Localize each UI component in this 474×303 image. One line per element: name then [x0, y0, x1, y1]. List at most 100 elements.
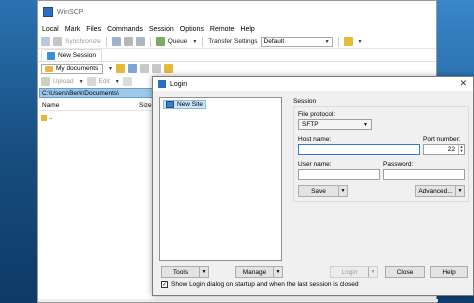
chevron-down-icon[interactable]: ▼	[368, 267, 377, 277]
password-input[interactable]	[383, 169, 465, 180]
chevron-down-icon[interactable]: ▼	[455, 186, 464, 196]
synchronize-button[interactable]: Synchronize	[65, 38, 101, 45]
host-name-input[interactable]	[298, 144, 420, 155]
parent-folder-icon	[41, 114, 47, 121]
compare-directories-icon[interactable]	[41, 37, 50, 46]
folder-icon	[45, 65, 53, 72]
file-protocol-value: SFTP	[302, 121, 319, 128]
desktop-background-left	[0, 0, 37, 303]
find-files-icon[interactable]	[123, 37, 133, 46]
manage-button-label: Manage	[242, 268, 267, 276]
local-file-list-header: Name Size	[39, 100, 160, 111]
spin-arrows-icon[interactable]: ▲ ▼	[458, 145, 464, 154]
menu-files[interactable]: Files	[86, 26, 101, 33]
chevron-down-icon[interactable]: ▼	[108, 66, 113, 72]
login-button[interactable]: Login ▼	[330, 266, 378, 278]
login-icon	[158, 80, 166, 88]
tools-button[interactable]: Tools ▼	[161, 266, 209, 278]
site-tree[interactable]: New Site	[159, 97, 282, 261]
upload-button[interactable]: Upload	[53, 78, 74, 85]
chevron-down-icon: ▼	[363, 122, 368, 128]
menu-commands[interactable]: Commands	[107, 26, 143, 33]
queue-button[interactable]: Queue	[168, 38, 188, 45]
tab-new-session[interactable]: New Session	[41, 49, 102, 61]
port-number-input[interactable]: 22 ▲ ▼	[423, 144, 465, 155]
chevron-down-icon[interactable]: ▼	[338, 186, 347, 196]
chevron-down-icon[interactable]: ▼	[199, 267, 208, 277]
local-location-value: My documents	[56, 65, 99, 72]
preferences-icon[interactable]	[343, 37, 353, 46]
save-button-label: Save	[311, 187, 326, 195]
save-button[interactable]: Save ▼	[298, 185, 348, 197]
show-login-on-startup-label: Show Login dialog on startup and when th…	[171, 281, 359, 288]
tab-new-session-label: New Session	[58, 52, 96, 59]
filter-folder-icon[interactable]	[115, 64, 125, 73]
port-number-label: Port number:	[423, 136, 461, 143]
upload-icon	[41, 77, 50, 86]
site-tree-item-new-site[interactable]: New Site	[163, 100, 207, 109]
transfer-settings-value: Default	[263, 38, 285, 45]
menu-help[interactable]: Help	[240, 26, 254, 33]
new-session-icon	[47, 51, 55, 60]
window-title: WinSCP	[57, 8, 84, 16]
show-login-on-startup-option[interactable]: ✓ Show Login dialog on startup and when …	[161, 281, 359, 288]
main-toolbar: Synchronize Queue ▼ Transfer Settings De…	[38, 35, 436, 49]
column-name[interactable]: Name	[42, 102, 59, 109]
queue-icon	[155, 37, 165, 46]
login-dialog: Login ✕ New Site Session File protocol: …	[152, 76, 474, 296]
chevron-down-icon[interactable]: ▼	[358, 39, 363, 45]
menu-mark[interactable]: Mark	[65, 26, 81, 33]
menu-options[interactable]: Options	[180, 26, 204, 33]
help-button[interactable]: Help	[430, 266, 468, 278]
toolbar-separator	[149, 36, 151, 47]
menu-session[interactable]: Session	[149, 26, 174, 33]
status-bar	[38, 299, 438, 302]
chevron-down-icon[interactable]: ▼	[192, 39, 197, 45]
close-icon[interactable]: ✕	[459, 78, 467, 89]
menu-bar: Local Mark Files Commands Session Option…	[38, 23, 436, 35]
checkbox-checked-icon[interactable]: ✓	[161, 281, 168, 288]
filter-icon[interactable]	[127, 64, 137, 73]
advanced-button-label: Advanced...	[418, 187, 453, 195]
list-item[interactable]: ..	[41, 114, 53, 121]
local-location-select[interactable]: My documents	[41, 63, 103, 74]
transfer-settings-label: Transfer Settings	[208, 38, 258, 45]
login-dialog-titlebar: Login ✕	[153, 77, 473, 91]
console-icon[interactable]	[111, 37, 121, 46]
synchronize-icon	[53, 37, 62, 46]
toolbar-separator	[337, 36, 339, 47]
winscp-app-icon	[43, 7, 53, 17]
file-protocol-label: File protocol:	[298, 111, 336, 118]
chevron-down-icon: ▼	[324, 38, 330, 45]
host-name-label: Host name:	[298, 136, 332, 143]
back-icon[interactable]	[139, 64, 149, 73]
user-name-input[interactable]	[298, 169, 380, 180]
local-path-bar[interactable]: C:\Users\Berk\Documents\	[39, 88, 160, 98]
manage-button[interactable]: Manage ▼	[235, 266, 283, 278]
parent-directory-icon[interactable]	[163, 64, 173, 73]
advanced-button[interactable]: Advanced... ▼	[415, 185, 465, 197]
menu-remote[interactable]: Remote	[210, 26, 235, 33]
chevron-down-icon[interactable]: ▼	[79, 79, 84, 85]
port-number-value: 22	[447, 146, 455, 153]
column-size[interactable]: Size	[139, 102, 152, 109]
delete-icon[interactable]	[122, 77, 132, 86]
menu-local[interactable]: Local	[42, 26, 59, 33]
toolbar-separator	[105, 36, 107, 47]
forward-icon[interactable]	[151, 64, 161, 73]
edit-icon	[86, 77, 96, 86]
open-terminal-icon[interactable]	[135, 37, 145, 46]
transfer-settings-select[interactable]: Default ▼	[260, 36, 333, 47]
file-protocol-select[interactable]: SFTP ▼	[298, 119, 372, 130]
tools-button-label: Tools	[172, 268, 189, 276]
computer-icon	[166, 101, 174, 108]
user-name-label: User name:	[298, 161, 332, 168]
chevron-down-icon[interactable]: ▼	[273, 267, 282, 277]
session-tabs: New Session	[38, 49, 436, 62]
list-item-label: ..	[49, 114, 53, 121]
close-button[interactable]: Close	[385, 266, 425, 278]
chevron-down-icon[interactable]: ▼	[115, 79, 120, 85]
edit-button[interactable]: Edit	[99, 78, 110, 85]
title-bar: WinSCP	[38, 1, 436, 23]
local-path-toolbar: My documents ▼	[38, 62, 436, 75]
